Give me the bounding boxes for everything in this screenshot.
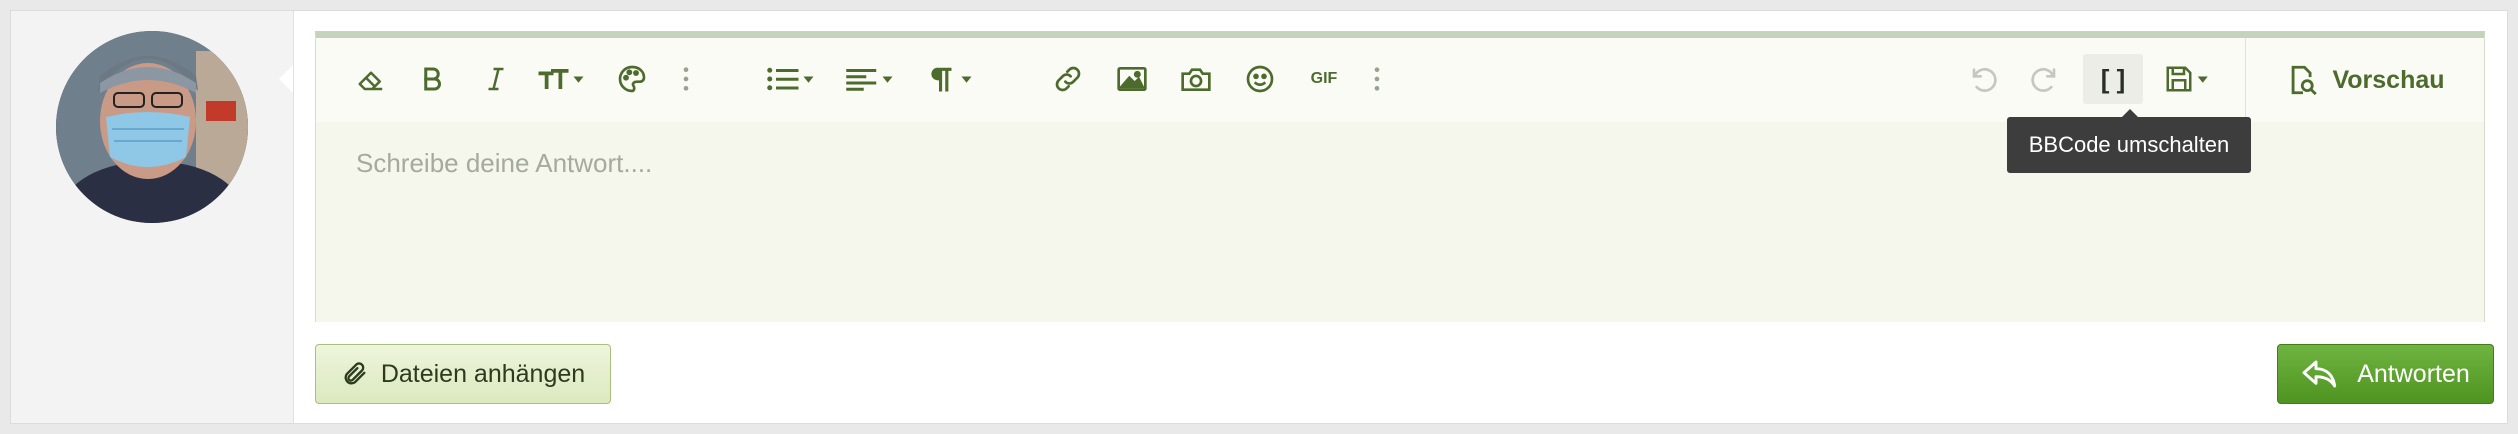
image-icon[interactable] xyxy=(1107,54,1157,104)
camera-icon[interactable] xyxy=(1171,54,1221,104)
reply-placeholder: Schreibe deine Antwort.... xyxy=(356,148,653,178)
more-vertical-icon[interactable] xyxy=(671,54,701,104)
save-draft-icon[interactable] xyxy=(2156,54,2222,104)
smiley-icon[interactable] xyxy=(1235,54,1285,104)
bold-icon[interactable] xyxy=(407,54,457,104)
text-size-icon[interactable] xyxy=(528,54,594,104)
reply-button[interactable]: Antworten xyxy=(2277,344,2494,404)
attach-files-label: Dateien anhängen xyxy=(380,359,586,388)
redo-icon[interactable] xyxy=(2021,54,2071,104)
italic-icon[interactable] xyxy=(471,54,521,104)
avatar-pointer xyxy=(279,65,293,93)
attach-files-button[interactable]: Dateien anhängen xyxy=(315,344,611,404)
reply-form-container: GIF [ ] Vorschau Schreibe deine Antwort.… xyxy=(10,10,2508,424)
gif-icon[interactable]: GIF xyxy=(1299,54,1349,104)
paragraph-icon[interactable] xyxy=(916,54,982,104)
undo-icon[interactable] xyxy=(1957,54,2007,104)
gif-label: GIF xyxy=(1310,70,1338,87)
link-icon[interactable] xyxy=(1043,54,1093,104)
avatar-column xyxy=(11,11,294,423)
align-icon[interactable] xyxy=(837,54,903,104)
preview-search-icon xyxy=(2292,65,2318,96)
list-icon[interactable] xyxy=(758,54,824,104)
bbcode-label: [ ] xyxy=(2100,63,2126,94)
reply-main: GIF [ ] Vorschau Schreibe deine Antwort.… xyxy=(294,11,2507,423)
avatar[interactable] xyxy=(56,31,248,223)
avatar-photo xyxy=(56,31,248,223)
reply-arrow-icon xyxy=(2302,360,2337,388)
reply-label: Antworten xyxy=(2357,359,2470,388)
paperclip-icon xyxy=(344,362,366,385)
eraser-icon[interactable] xyxy=(346,54,396,104)
bbcode-tooltip: BBCode umschalten xyxy=(2007,109,2251,173)
preview-button[interactable]: Vorschau xyxy=(2245,38,2485,122)
preview-label: Vorschau xyxy=(2332,65,2445,94)
more-vertical-icon[interactable] xyxy=(1362,54,1392,104)
editor-toolbar: GIF [ ] Vorschau xyxy=(316,38,2484,122)
palette-icon[interactable] xyxy=(607,54,657,104)
rich-text-editor: GIF [ ] Vorschau Schreibe deine Antwort.… xyxy=(315,31,2485,322)
bbcode-icon[interactable]: [ ] xyxy=(2083,54,2143,104)
